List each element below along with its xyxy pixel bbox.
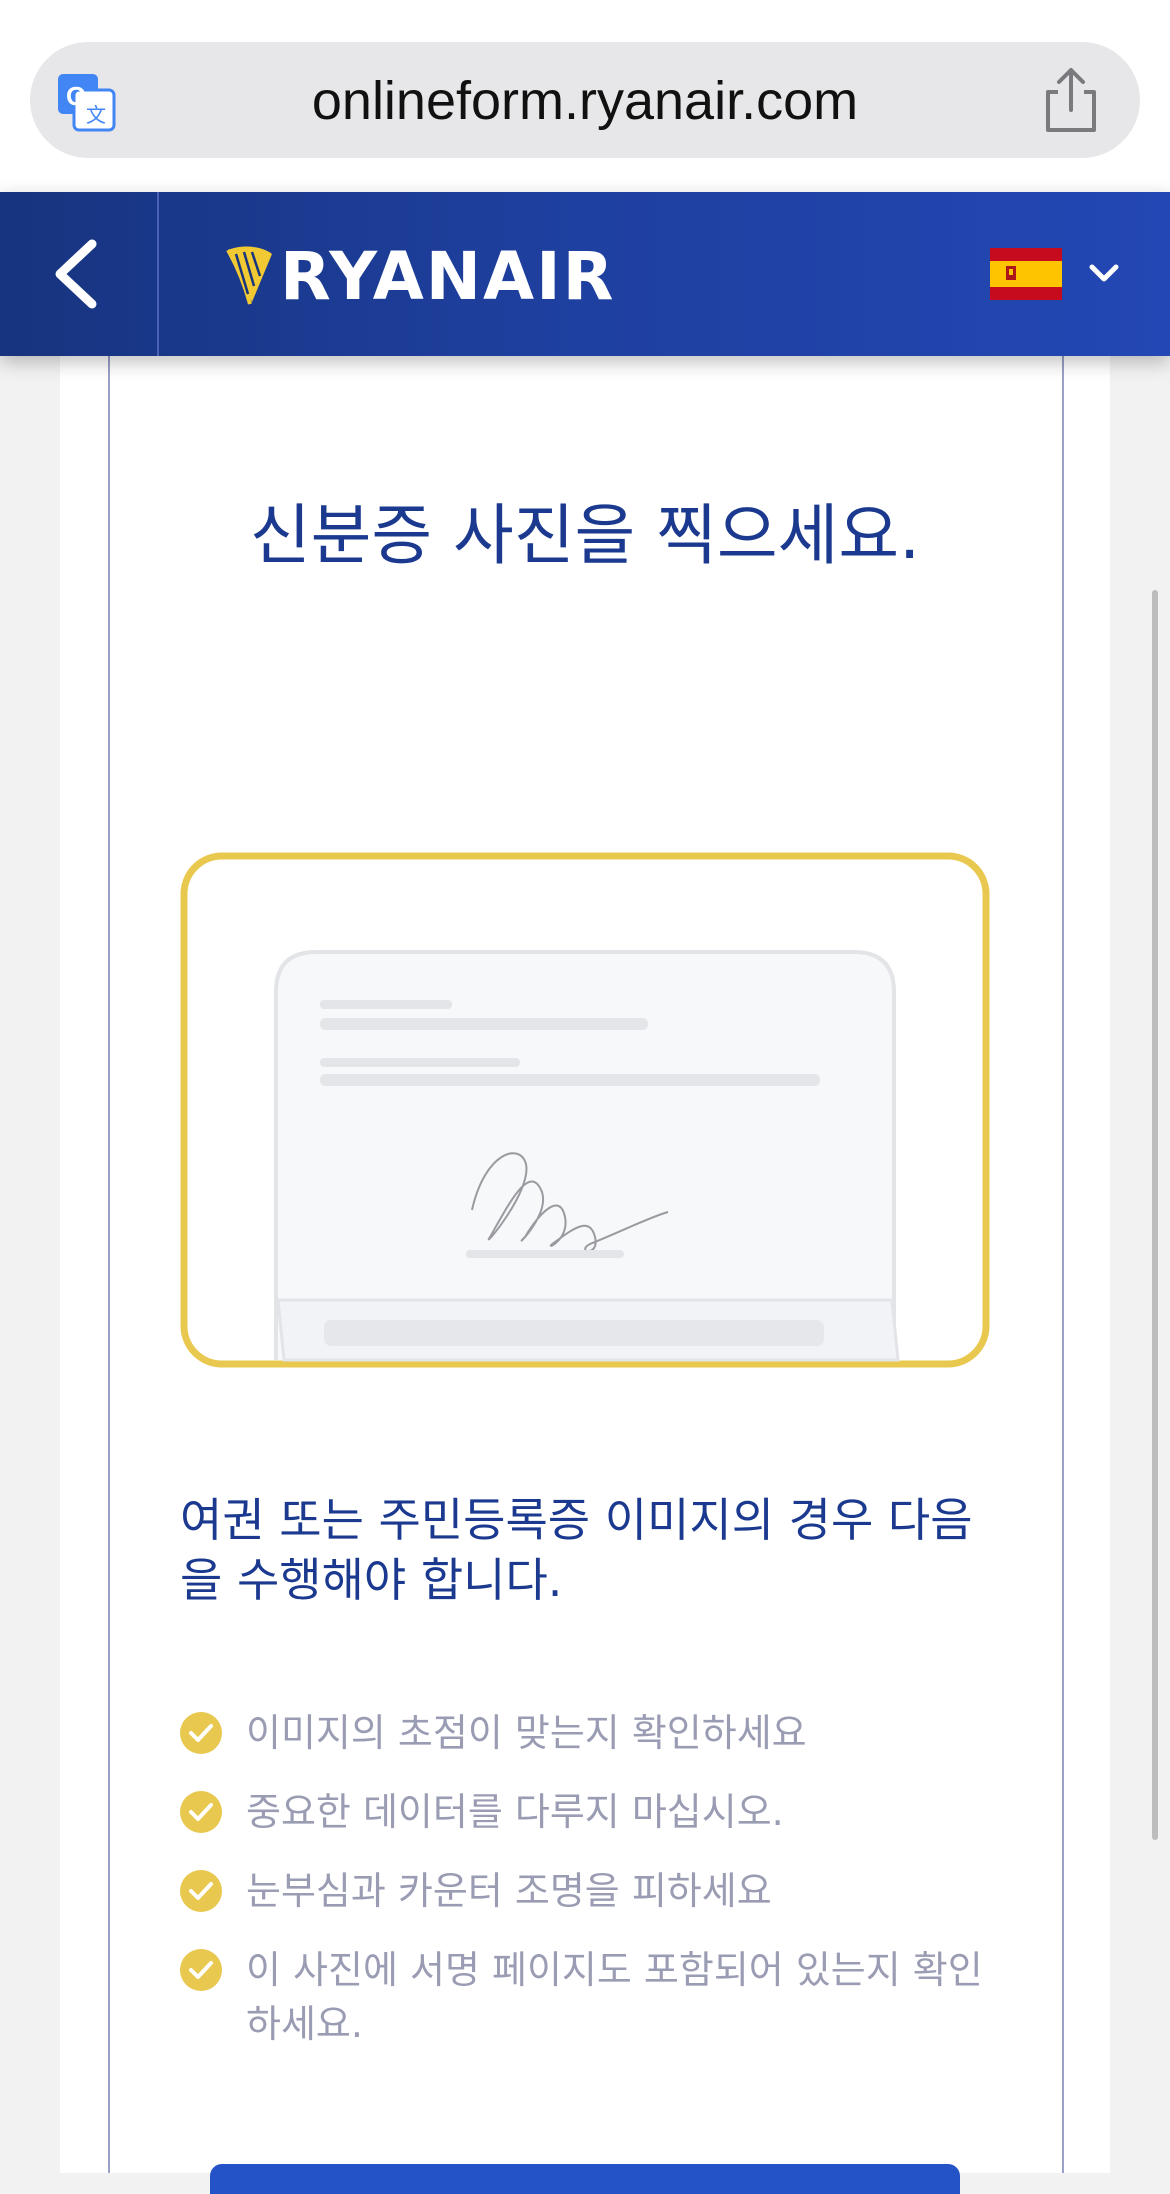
logo-text: RYANAIR (280, 238, 616, 315)
check-circle-icon (180, 1712, 222, 1754)
list-item: 중요한 데이터를 다루지 마십시오. (180, 1785, 1010, 1839)
browser-address-bar: G 文 onlineform.ryanair.com (0, 0, 1170, 192)
spain-flag[interactable] (990, 248, 1062, 300)
url-text[interactable]: onlineform.ryanair.com (0, 70, 1170, 132)
instructions-text: 여권 또는 주민등록증 이미지의 경우 다음을 수행해야 합니다. (180, 1493, 973, 1607)
list-item: 이미지의 초점이 맞는지 확인하세요 (180, 1706, 1010, 1760)
document-signature-illustration (180, 852, 990, 1368)
take-photo-button[interactable] (210, 2164, 960, 2194)
page-title: 신분증 사진을 찍으세요. (249, 497, 921, 574)
checklist-text: 이 사진에 서명 페이지도 포함되어 있는지 확인하세요. (246, 1948, 983, 2046)
harp-logo-icon (226, 246, 272, 305)
back-button[interactable] (0, 192, 157, 356)
checklist-text: 눈부심과 카운터 조명을 피하세요 (246, 1869, 772, 1913)
check-circle-icon (180, 1870, 222, 1912)
list-item: 이 사진에 서명 페이지도 포함되어 있는지 확인하세요. (180, 1943, 1010, 2051)
scrollbar[interactable] (1152, 590, 1158, 1840)
share-icon[interactable] (1040, 66, 1102, 136)
ryanair-logo[interactable]: RYANAIR (222, 242, 672, 312)
chevron-down-icon[interactable] (1086, 258, 1122, 288)
site-header: RYANAIR (0, 192, 1170, 356)
checklist-text: 이미지의 초점이 맞는지 확인하세요 (246, 1711, 807, 1755)
check-circle-icon (180, 1791, 222, 1833)
chevron-left-icon (55, 239, 97, 309)
list-item: 눈부심과 카운터 조명을 피하세요 (180, 1864, 1010, 1918)
checklist-text: 중요한 데이터를 다루지 마십시오. (246, 1790, 784, 1834)
checklist: 이미지의 초점이 맞는지 확인하세요 중요한 데이터를 다루지 마십시오. 눈부… (180, 1706, 1010, 2051)
divider (157, 192, 159, 356)
check-circle-icon (180, 1949, 222, 1991)
